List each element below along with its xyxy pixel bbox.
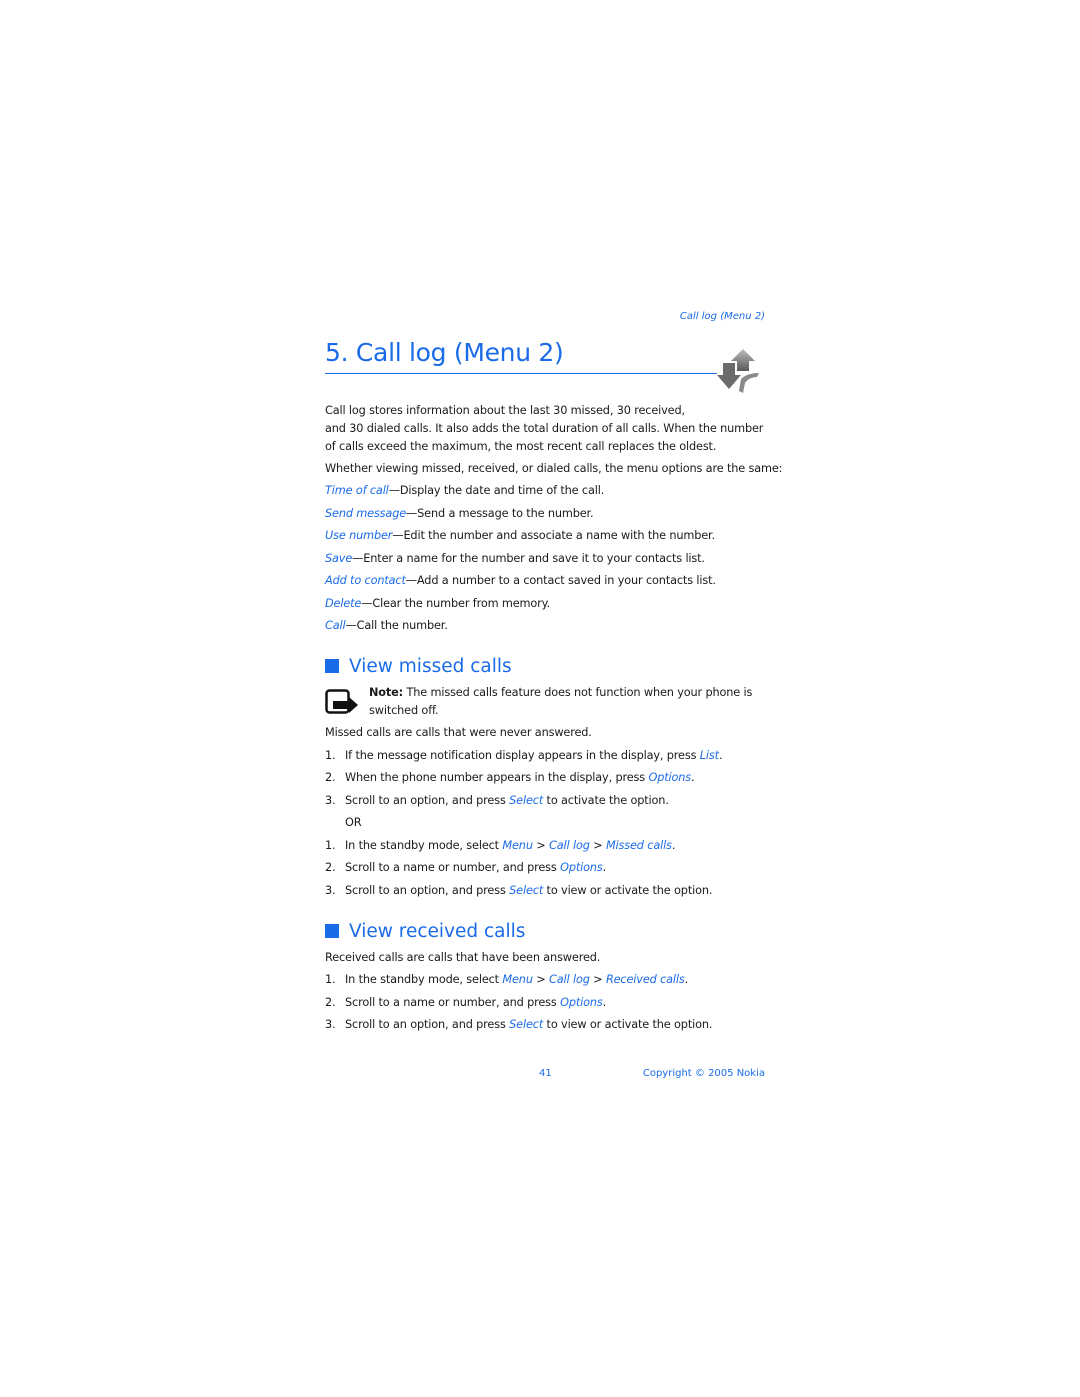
option-term: Save [325,552,353,565]
section-bullet-icon [325,659,339,673]
path-separator: > [589,973,606,986]
softkey-list: List [699,749,719,762]
step-text: . [602,996,607,1009]
note-text: The missed calls feature does not functi… [403,686,753,699]
path-separator: > [532,973,550,986]
menu-path-call-log: Call log [549,839,590,852]
missed-step-b2: 2. Scroll to a name or number, and press … [325,859,606,877]
step-number: 1. [325,973,336,986]
step-text: to view or activate the option. [543,1018,713,1031]
received-step-3: 3. Scroll to an option, and press Select … [325,1016,712,1034]
option-save: Save—Enter a name for the number and sav… [325,550,705,568]
section-heading-missed: View missed calls [325,655,512,679]
note-line-2: switched off. [369,704,439,717]
missed-step-a3: 3. Scroll to an option, and press Select … [325,792,669,810]
chapter-title: 5. Call log (Menu 2) [325,338,564,367]
softkey-select: Select [509,884,544,897]
received-step-1: 1. In the standby mode, select Menu > Cal… [325,971,688,989]
softkey-options: Options [648,771,691,784]
intro-line-1: Call log stores information about the la… [325,404,685,417]
menu-path-menu: Menu [502,839,533,852]
option-desc: —Display the date and time of the call. [388,484,605,497]
option-term: Use number [325,529,393,542]
step-number: 3. [325,794,336,807]
option-term: Add to contact [325,574,406,587]
menu-path-menu: Menu [502,973,533,986]
copyright: Copyright © 2005 Nokia [642,1068,765,1079]
step-number: 2. [325,861,336,874]
step-number: 3. [325,1018,336,1031]
step-text: Scroll to a name or number, and press [345,996,561,1009]
section-bullet-icon [325,924,339,938]
option-time-of-call: Time of call—Display the date and time o… [325,482,604,500]
missed-step-a2: 2. When the phone number appears in the d… [325,769,695,787]
section-heading-received: View received calls [325,920,525,944]
step-number: 1. [325,749,336,762]
option-desc: —Call the number. [345,619,448,632]
option-desc: —Send a message to the number. [406,507,594,520]
option-send-message: Send message—Send a message to the numbe… [325,505,594,523]
step-text: . [671,839,676,852]
step-text: Scroll to a name or number, and press [345,861,561,874]
received-step-2: 2. Scroll to a name or number, and press … [325,994,606,1012]
step-text: to view or activate the option. [543,884,713,897]
path-separator: > [589,839,606,852]
option-term: Send message [325,507,407,520]
option-term: Call [325,619,346,632]
menu-path-received-calls: Received calls [605,973,685,986]
step-text: Scroll to an option, and press [345,794,510,807]
intro-line-3: of calls exceed the maximum, the most re… [325,440,717,453]
missed-description: Missed calls are calls that were never a… [325,726,592,739]
option-term: Time of call [325,484,389,497]
step-text: . [691,771,695,784]
softkey-options: Options [560,861,603,874]
running-header: Call log (Menu 2) [679,311,765,322]
call-log-icon [717,349,759,393]
option-add-to-contact: Add to contact—Add a number to a contact… [325,572,716,590]
step-text: . [684,973,689,986]
step-number: 2. [325,771,336,784]
page-number: 41 [539,1068,552,1079]
option-use-number: Use number—Edit the number and associate… [325,527,715,545]
step-text: . [718,749,723,762]
option-desc: —Enter a name for the number and save it… [352,552,705,565]
section-title: View received calls [349,921,526,942]
missed-step-b3: 3. Scroll to an option, and press Select … [325,882,712,900]
missed-step-a1: 1. If the message notification display ap… [325,747,723,765]
path-separator: > [532,839,550,852]
note-label: Note: [369,686,404,699]
softkey-select: Select [509,794,544,807]
softkey-options: Options [560,996,603,1009]
step-text: If the message notification display appe… [345,749,700,762]
intro-line-4: Whether viewing missed, received, or dia… [325,462,783,475]
option-desc: —Edit the number and associate a name wi… [392,529,715,542]
step-number: 3. [325,884,336,897]
step-text: to activate the option. [543,794,669,807]
step-text: In the standby mode, select [345,973,503,986]
step-text: Scroll to an option, and press [345,884,510,897]
step-text: Scroll to an option, and press [345,1018,510,1031]
step-text: In the standby mode, select [345,839,503,852]
step-number: 2. [325,996,336,1009]
menu-path-call-log: Call log [549,973,590,986]
option-term: Delete [325,597,362,610]
intro-line-2: and 30 dialed calls. It also adds the to… [325,422,764,435]
note-icon [325,689,358,714]
step-number: 1. [325,839,336,852]
option-desc: —Add a number to a contact saved in your… [405,574,716,587]
option-desc: —Clear the number from memory. [361,597,551,610]
softkey-select: Select [509,1018,544,1031]
received-description: Received calls are calls that have been … [325,951,601,964]
missed-step-b1: 1. In the standby mode, select Menu > Cal… [325,837,675,855]
chapter-heading: 5. Call log (Menu 2) [325,337,717,374]
note-line-1: Note: The missed calls feature does not … [369,684,752,702]
section-title: View missed calls [349,656,512,677]
option-delete: Delete—Clear the number from memory. [325,595,550,613]
or-separator: OR [345,816,362,829]
step-text: When the phone number appears in the dis… [345,771,649,784]
menu-path-missed-calls: Missed calls [605,839,672,852]
option-call: Call—Call the number. [325,617,448,635]
step-text: . [602,861,607,874]
